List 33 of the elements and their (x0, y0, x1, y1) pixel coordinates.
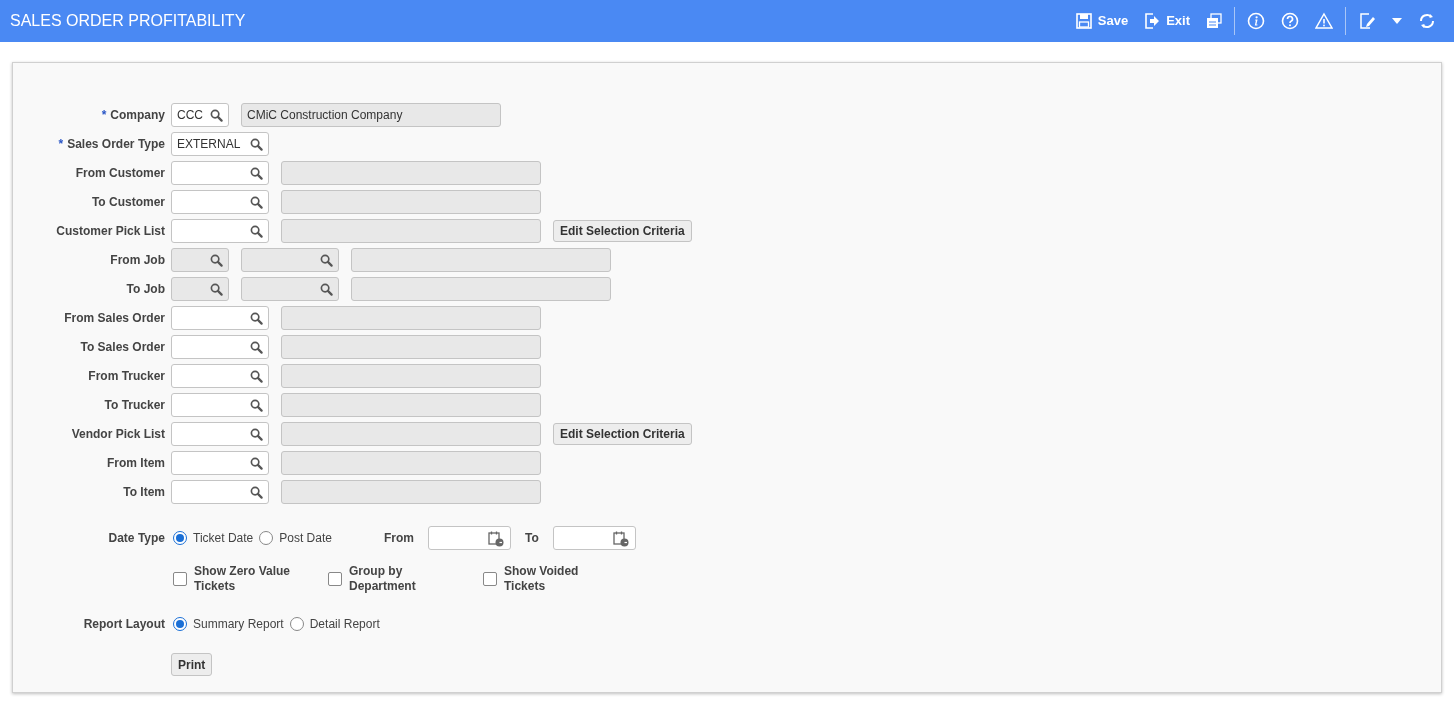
field-label: From (383, 530, 414, 547)
lookup-field[interactable]: EXTERNAL (171, 132, 269, 156)
field-label: From Job (110, 252, 165, 269)
lookup-field[interactable]: CCC (171, 103, 229, 127)
field-label: From Customer (75, 165, 165, 182)
field-label: From Sales Order (64, 310, 165, 327)
checkbox-option[interactable]: Group by Department (328, 564, 483, 594)
radio-option[interactable]: Detail Report (289, 615, 380, 633)
checkbox-option[interactable]: Show Voided Tickets (483, 564, 638, 594)
field-label: From Trucker (88, 368, 165, 385)
edit-selection-criteria-button[interactable]: Edit Selection Criteria (553, 220, 692, 242)
field-label: From Item (107, 455, 165, 472)
radio-option[interactable]: Ticket Date (173, 529, 254, 547)
print-button[interactable]: Print (171, 653, 213, 676)
field-label: Customer Pick List (56, 223, 165, 240)
field-label: To Sales Order (80, 339, 165, 356)
field-label: Sales Order Type (67, 136, 165, 153)
field-label: Vendor Pick List (71, 426, 165, 443)
radio-option[interactable]: Post Date (259, 529, 332, 547)
required-asterisk: * (101, 107, 107, 124)
required-asterisk: * (58, 136, 64, 153)
field-label: To Trucker (104, 397, 165, 414)
field-label: To Job (126, 281, 165, 298)
field-label: To Item (123, 484, 165, 501)
field-label: To (524, 530, 539, 547)
edit-selection-criteria-button[interactable]: Edit Selection Criteria (553, 423, 692, 445)
field-label: Date Type (108, 530, 165, 547)
field-label: To Customer (91, 194, 165, 211)
checkbox-option[interactable]: Show Zero Value Tickets (173, 564, 328, 594)
field-label: Company (110, 107, 165, 124)
field-label: Report Layout (83, 616, 165, 633)
radio-option[interactable]: Summary Report (173, 615, 284, 633)
page-title: SALES ORDER PROFITABILITY (10, 11, 247, 31)
